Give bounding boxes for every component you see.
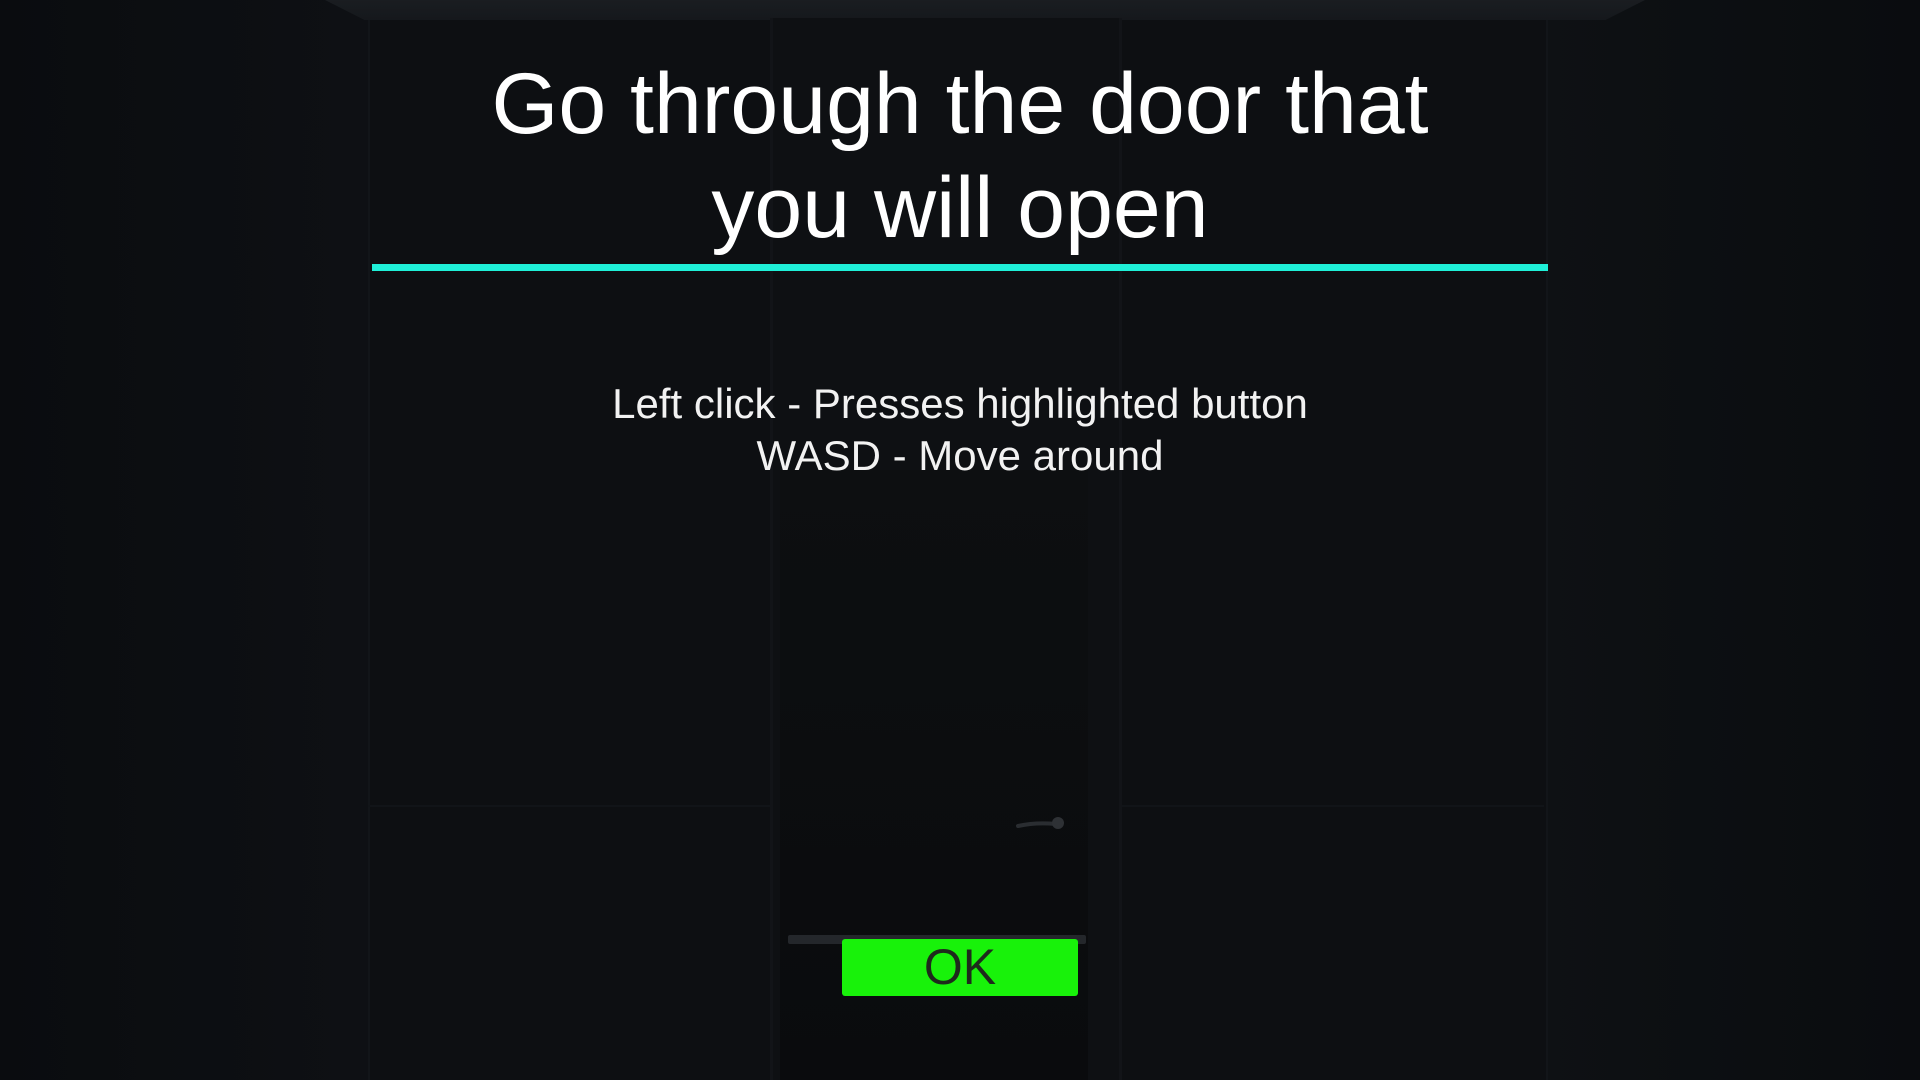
objective-title-line-2: you will open [711, 160, 1209, 256]
ceiling [325, 0, 1645, 20]
ok-button[interactable]: OK [842, 939, 1078, 996]
left-wall [0, 0, 370, 1080]
instruction-left-click: Left click - Presses highlighted button [612, 380, 1308, 427]
objective-title: Go through the door that you will open [372, 52, 1548, 260]
door-handle-icon [1016, 817, 1064, 829]
title-underline [372, 264, 1548, 271]
objective-title-line-1: Go through the door that [491, 56, 1429, 152]
controls-instructions: Left click - Presses highlighted button … [372, 378, 1548, 482]
instruction-wasd: WASD - Move around [756, 432, 1164, 479]
right-wall [1540, 0, 1920, 1080]
